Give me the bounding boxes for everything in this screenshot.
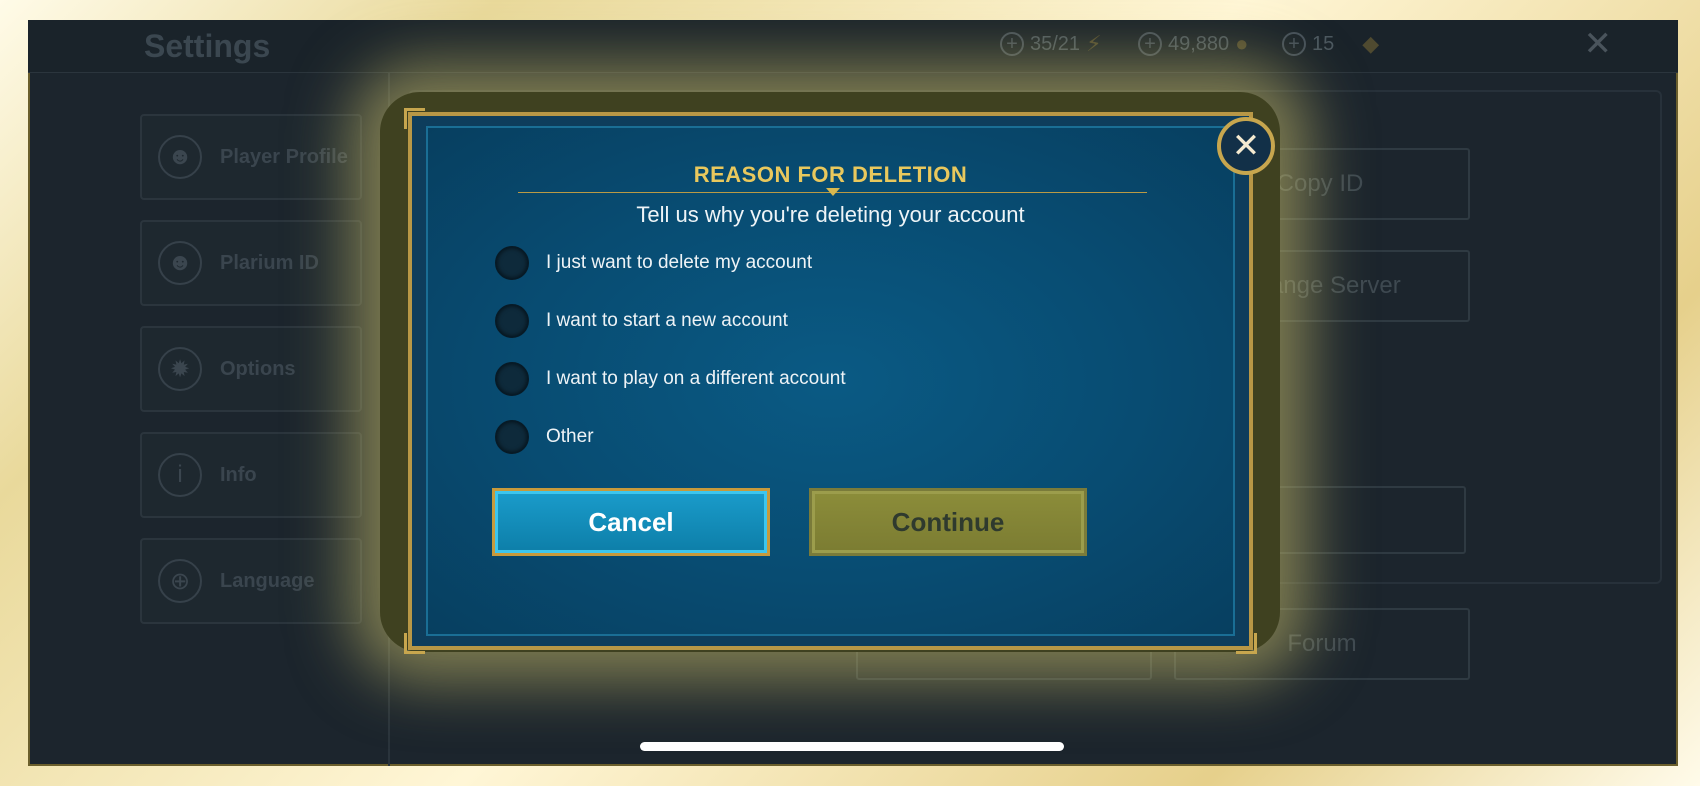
option-label: I just want to delete my account: [546, 252, 813, 273]
page-title: Settings: [144, 28, 271, 64]
sidebar-item-language[interactable]: ⊕ Language: [140, 538, 362, 624]
radio-button[interactable]: [495, 304, 529, 338]
radio-button[interactable]: [495, 420, 529, 454]
option-label: I want to start a new account: [546, 310, 788, 331]
gems-value: 15: [1312, 32, 1335, 55]
sidebar-item-label: Info: [220, 463, 257, 486]
dialog-subtitle: Tell us why you're deleting your account: [636, 202, 1025, 227]
lightning-icon: ⚡: [1086, 31, 1102, 56]
radio-button[interactable]: [495, 246, 529, 280]
sidebar-item-options[interactable]: ✹ Options: [140, 326, 362, 412]
sidebar-item-label: Options: [220, 357, 296, 380]
close-settings-icon[interactable]: ✕: [1584, 24, 1613, 64]
globe-icon: ⊕: [158, 559, 202, 603]
settings-sidebar: ☻ Player Profile ☻ Plarium ID ✹ Options …: [28, 72, 390, 766]
sidebar-item-plarium-id[interactable]: ☻ Plarium ID: [140, 220, 362, 306]
user-icon: ☻: [158, 241, 202, 285]
add-energy-button[interactable]: +: [1000, 32, 1024, 56]
gems-counter: + 15 ◆: [1282, 30, 1379, 58]
frame-corner: [404, 633, 425, 654]
frame-corner: [404, 108, 425, 129]
close-dialog-icon[interactable]: ✕: [1217, 117, 1275, 175]
user-icon: ☻: [158, 135, 202, 179]
energy-counter: + 35/21 ⚡: [1000, 30, 1102, 58]
reason-option-delete[interactable]: I just want to delete my account: [495, 244, 812, 282]
reason-option-different-account[interactable]: I want to play on a different account: [495, 360, 846, 398]
sidebar-item-info[interactable]: i Info: [140, 432, 362, 518]
continue-button[interactable]: Continue: [809, 488, 1087, 556]
cancel-button[interactable]: Cancel: [492, 488, 770, 556]
divider-arrow: [826, 188, 840, 196]
reason-option-new-account[interactable]: I want to start a new account: [495, 302, 788, 340]
option-label: Other: [546, 426, 594, 447]
reason-option-other[interactable]: Other: [495, 418, 594, 456]
sidebar-item-label: Player Profile: [220, 145, 348, 168]
sidebar-item-label: Plarium ID: [220, 251, 319, 274]
sidebar-item-player-profile[interactable]: ☻ Player Profile: [140, 114, 362, 200]
sidebar-item-label: Language: [220, 569, 315, 592]
dialog-title: REASON FOR DELETION: [693, 162, 968, 187]
home-indicator: [640, 742, 1064, 751]
gear-icon: ✹: [158, 347, 202, 391]
top-bar: Settings + 35/21 ⚡ + 49,880 ● + 15 ◆ ✕: [28, 20, 1678, 73]
coin-icon: ●: [1235, 31, 1249, 56]
silver-counter: + 49,880 ●: [1138, 30, 1248, 58]
radio-button[interactable]: [495, 362, 529, 396]
dialog-body: REASON FOR DELETION Tell us why you're d…: [426, 126, 1235, 636]
add-gems-button[interactable]: +: [1282, 32, 1306, 56]
frame-corner: [1236, 633, 1257, 654]
gem-icon: ◆: [1362, 31, 1380, 56]
energy-value: 35/21: [1030, 32, 1081, 55]
reason-for-deletion-dialog: REASON FOR DELETION Tell us why you're d…: [404, 108, 1257, 654]
option-label: I want to play on a different account: [546, 368, 846, 389]
silver-value: 49,880: [1168, 32, 1230, 55]
info-icon: i: [158, 453, 202, 497]
add-silver-button[interactable]: +: [1138, 32, 1162, 56]
